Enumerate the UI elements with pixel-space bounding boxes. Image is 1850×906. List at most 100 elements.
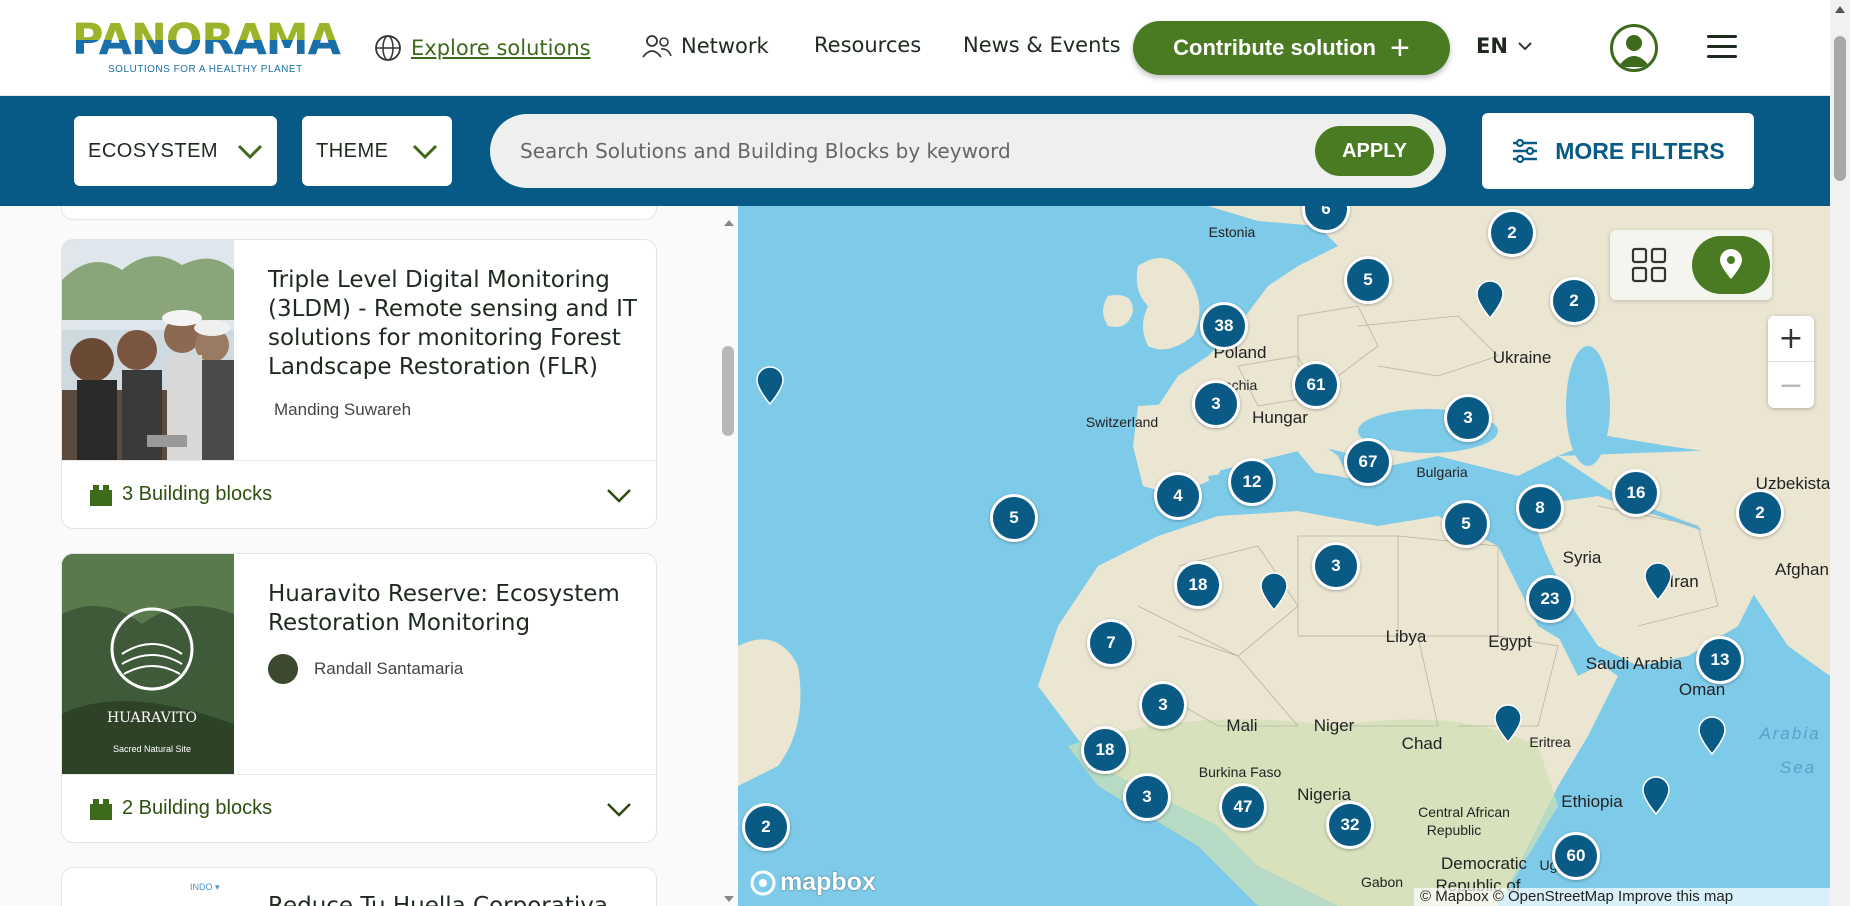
user-avatar[interactable] xyxy=(1610,24,1658,72)
map-cluster-marker[interactable]: 5 xyxy=(990,494,1038,542)
map-cluster-marker[interactable]: 2 xyxy=(1736,489,1784,537)
nav-news-events[interactable]: News & Events xyxy=(963,33,1121,57)
list-scrollbar-thumb[interactable] xyxy=(722,346,734,436)
contribute-solution-button[interactable]: Contribute solution + xyxy=(1133,21,1450,75)
photo-caption: HUARAVITO xyxy=(107,710,197,726)
apply-button[interactable]: APPLY xyxy=(1315,126,1434,176)
building-blocks-toggle[interactable]: 3 Building blocks xyxy=(62,460,656,528)
map-cluster-marker[interactable]: 3 xyxy=(1444,394,1492,442)
map-pin-icon[interactable] xyxy=(1641,776,1671,816)
panorama-logo[interactable]: PANORAMA SOLUTIONS FOR A HEALTHY PLANET xyxy=(72,18,342,78)
map-cluster-marker[interactable]: 16 xyxy=(1612,469,1660,517)
map-cluster-marker[interactable]: 61 xyxy=(1292,361,1340,409)
menu-line xyxy=(1707,45,1737,48)
sliders-icon xyxy=(1513,138,1538,164)
map-pin-icon[interactable] xyxy=(1697,716,1727,756)
chevron-down-icon[interactable] xyxy=(606,487,632,503)
map-cluster-marker[interactable]: 2 xyxy=(1550,277,1598,325)
people-icon xyxy=(642,35,672,58)
map-cluster-marker[interactable]: 3 xyxy=(1139,681,1187,729)
solutions-list: Triple Level Digital Monitoring (3LDM) -… xyxy=(0,206,738,906)
map-pin-icon[interactable] xyxy=(1643,562,1673,602)
top-navigation-bar: PANORAMA SOLUTIONS FOR A HEALTHY PLANET … xyxy=(0,0,1830,96)
map-pin-icon[interactable] xyxy=(1475,280,1505,320)
map-cluster-marker[interactable]: 5 xyxy=(1344,256,1392,304)
map-cluster-marker[interactable]: 60 xyxy=(1552,832,1600,880)
map-cluster-marker[interactable]: 7 xyxy=(1087,619,1135,667)
solution-title[interactable]: Huaravito Reserve: Ecosystem Restoration… xyxy=(268,580,638,638)
solution-title[interactable]: Triple Level Digital Monitoring (3LDM) -… xyxy=(268,266,638,382)
map-pin-icon[interactable] xyxy=(755,366,785,406)
map-cluster-marker[interactable]: 2 xyxy=(742,803,790,851)
scroll-up-arrow-icon[interactable] xyxy=(1835,6,1845,13)
chevron-down-icon xyxy=(237,144,263,159)
mapbox-label: mapbox xyxy=(780,868,876,896)
map-cluster-marker[interactable]: 13 xyxy=(1696,636,1744,684)
ecosystem-dropdown[interactable]: ECOSYSTEM xyxy=(74,116,277,186)
zoom-in-button[interactable]: + xyxy=(1768,316,1814,362)
building-blocks-count: 2 Building blocks xyxy=(88,796,272,822)
more-filters-button[interactable]: MORE FILTERS xyxy=(1482,113,1754,189)
menu-icon[interactable] xyxy=(1707,35,1737,59)
scroll-down-arrow-icon[interactable] xyxy=(721,894,737,904)
map-pin-icon[interactable] xyxy=(1259,572,1289,612)
map-label-eritrea: Eritrea xyxy=(1529,734,1571,750)
map-cluster-marker[interactable]: 3 xyxy=(1123,773,1171,821)
mapbox-logo[interactable]: mapbox xyxy=(750,868,876,897)
menu-line xyxy=(1707,55,1737,58)
map-cluster-marker[interactable]: 3 xyxy=(1312,542,1360,590)
grid-view-icon[interactable] xyxy=(1628,244,1670,286)
chevron-down-icon[interactable] xyxy=(606,801,632,817)
map-cluster-marker[interactable]: 8 xyxy=(1516,484,1564,532)
nav-resources[interactable]: Resources xyxy=(814,33,921,57)
page-scrollbar-thumb[interactable] xyxy=(1834,36,1846,181)
map-cluster-marker[interactable]: 4 xyxy=(1154,472,1202,520)
map-cluster-marker[interactable]: 23 xyxy=(1526,575,1574,623)
solution-card[interactable]: Triple Level Digital Monitoring (3LDM) -… xyxy=(61,239,657,529)
map-cluster-marker[interactable]: 18 xyxy=(1174,561,1222,609)
map-cluster-marker[interactable]: 18 xyxy=(1081,726,1129,774)
nav-network[interactable]: Network xyxy=(641,33,769,59)
building-block-icon xyxy=(90,798,112,820)
theme-label: THEME xyxy=(316,139,389,162)
svg-text:INDO ▾: INDO ▾ xyxy=(190,882,220,892)
map-cluster-marker[interactable]: 5 xyxy=(1442,500,1490,548)
solution-card[interactable]: HUARAVITO Sacred Natural Site Huaravito … xyxy=(61,553,657,843)
solution-card[interactable]: INDO ▾ Reduce Tu Huella Corporativa xyxy=(61,867,657,906)
map-cluster-marker[interactable]: 3 xyxy=(1192,380,1240,428)
search-input[interactable] xyxy=(520,134,1280,168)
map-label-syria: Syria xyxy=(1562,548,1602,567)
map-cluster-marker[interactable]: 12 xyxy=(1228,458,1276,506)
map-view-button[interactable] xyxy=(1692,236,1770,294)
list-scrollbar[interactable] xyxy=(720,206,738,906)
map-label-ethiopia: Ethiopia xyxy=(1561,792,1623,811)
building-blocks-label: 3 Building blocks xyxy=(122,483,273,505)
zoom-out-button[interactable]: − xyxy=(1768,362,1814,408)
map-cluster-marker[interactable]: 2 xyxy=(1488,209,1536,257)
language-selector[interactable]: EN xyxy=(1476,34,1532,58)
theme-dropdown[interactable]: THEME xyxy=(302,116,452,186)
map-pin-icon[interactable] xyxy=(1493,704,1523,744)
map-attribution[interactable]: © Mapbox © OpenStreetMap Improve this ma… xyxy=(1414,888,1830,906)
ecosystem-label: ECOSYSTEM xyxy=(88,139,219,162)
page-scrollbar[interactable] xyxy=(1830,0,1850,906)
map-cluster-marker[interactable]: 47 xyxy=(1219,783,1267,831)
scroll-up-arrow-icon[interactable] xyxy=(721,218,737,228)
solution-photo: HUARAVITO Sacred Natural Site xyxy=(62,554,234,774)
solution-card-previous[interactable] xyxy=(61,206,657,220)
map-label-bulgaria: Bulgaria xyxy=(1416,464,1468,480)
building-block-icon xyxy=(90,484,112,506)
nav-explore-solutions[interactable]: Explore solutions xyxy=(373,33,591,63)
map-cluster-marker[interactable]: 38 xyxy=(1200,302,1248,350)
building-blocks-toggle[interactable]: 2 Building blocks xyxy=(62,774,656,842)
map-label-mali: Mali xyxy=(1226,716,1258,735)
map-cluster-marker[interactable]: 67 xyxy=(1344,438,1392,486)
map-label-hungary: Hungar xyxy=(1252,408,1308,427)
map-label-arabian: Arabia xyxy=(1759,724,1821,743)
filter-bar: ECOSYSTEM THEME APPLY MORE FILTERS xyxy=(0,96,1830,206)
search-bar: APPLY xyxy=(490,114,1446,188)
solutions-map[interactable]: Estonia Poland Czechia Ukraine Switzerla… xyxy=(738,206,1830,906)
solution-title[interactable]: Reduce Tu Huella Corporativa xyxy=(268,892,638,906)
map-label-egypt: Egypt xyxy=(1488,632,1532,651)
map-cluster-marker[interactable]: 32 xyxy=(1326,801,1374,849)
